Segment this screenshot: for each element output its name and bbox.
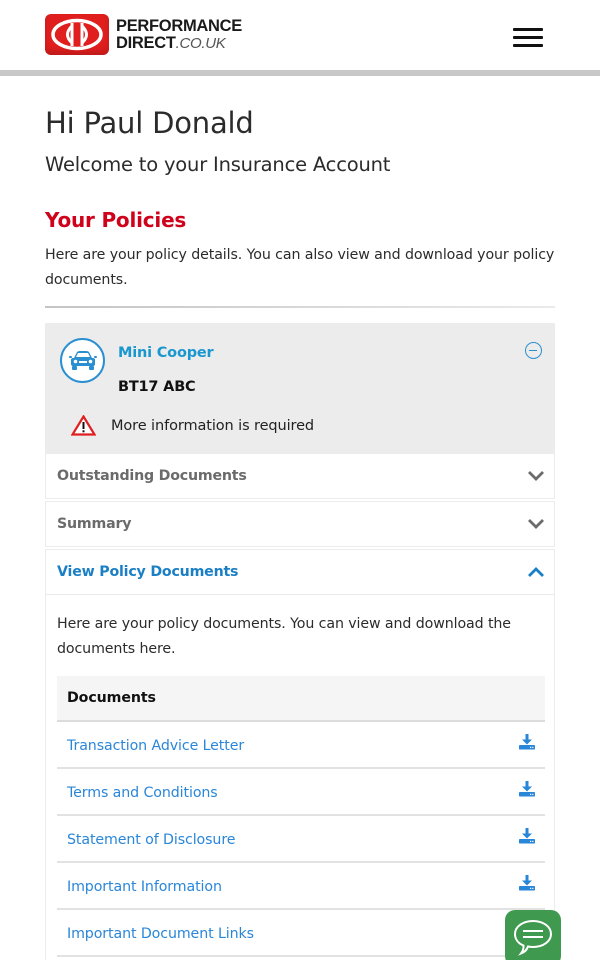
policies-description: Here are your policy details. You can al… xyxy=(45,247,555,288)
minus-circle-icon[interactable] xyxy=(525,342,542,359)
warning-triangle-icon xyxy=(70,414,97,440)
download-icon[interactable] xyxy=(519,734,535,750)
documents-header-label: Documents xyxy=(67,690,156,706)
logo-tld: .CO.UK xyxy=(175,35,226,52)
logo-text-line1: PERFORMANCE xyxy=(116,16,242,35)
accordion-label: Outstanding Documents xyxy=(57,468,247,484)
document-row[interactable]: Statement of Disclosure xyxy=(57,816,545,863)
site-header: PERFORMANCE DIRECT.CO.UK xyxy=(0,0,600,70)
documents-description: Here are your policy documents. You can … xyxy=(57,616,511,657)
chat-bubble-icon xyxy=(513,919,553,956)
document-row[interactable]: Transaction Advice Letter xyxy=(57,722,545,769)
document-row[interactable]: Important Document Links xyxy=(57,910,545,957)
document-row[interactable]: Important Information xyxy=(57,863,545,910)
chevron-down-icon xyxy=(528,471,544,481)
chat-button[interactable] xyxy=(505,910,561,960)
policy-card: Mini Cooper BT17 ABC More information is… xyxy=(45,323,555,453)
document-link[interactable]: Terms and Conditions xyxy=(67,785,218,801)
download-icon[interactable] xyxy=(519,781,535,797)
policy-documents-panel: Here are your policy documents. You can … xyxy=(45,594,555,960)
documents-table: Documents Transaction Advice Letter Term… xyxy=(57,676,545,957)
document-link[interactable]: Transaction Advice Letter xyxy=(67,738,244,754)
accordion-summary[interactable]: Summary xyxy=(45,501,555,547)
vehicle-name: Mini Cooper xyxy=(118,345,214,361)
logo[interactable]: PERFORMANCE DIRECT.CO.UK xyxy=(45,14,242,55)
document-link[interactable]: Important Information xyxy=(67,879,222,895)
welcome-subtitle: Welcome to your Insurance Account xyxy=(45,153,391,176)
document-row[interactable]: Terms and Conditions xyxy=(57,769,545,816)
download-icon[interactable] xyxy=(519,828,535,844)
warning-message: More information is required xyxy=(111,418,314,434)
logo-mark-icon xyxy=(45,14,109,55)
accordion-outstanding-documents[interactable]: Outstanding Documents xyxy=(45,453,555,499)
accordion-view-policy-documents[interactable]: View Policy Documents xyxy=(45,549,555,595)
chevron-up-icon xyxy=(528,567,544,577)
section-divider xyxy=(45,306,555,308)
vehicle-registration: BT17 ABC xyxy=(118,379,196,395)
policies-title: Your Policies xyxy=(45,208,187,232)
car-icon xyxy=(60,338,105,383)
accordion-label: View Policy Documents xyxy=(57,564,239,580)
document-link[interactable]: Important Document Links xyxy=(67,926,254,942)
hamburger-menu-button[interactable] xyxy=(513,28,543,48)
download-icon[interactable] xyxy=(519,875,535,891)
accordion-label: Summary xyxy=(57,516,132,532)
hamburger-icon xyxy=(513,28,543,31)
greeting-title: Hi Paul Donald xyxy=(45,106,254,140)
header-divider xyxy=(0,70,600,76)
document-link[interactable]: Statement of Disclosure xyxy=(67,832,235,848)
logo-text-line2: DIRECT xyxy=(116,34,176,52)
documents-table-header: Documents xyxy=(57,676,545,722)
chevron-down-icon xyxy=(528,519,544,529)
